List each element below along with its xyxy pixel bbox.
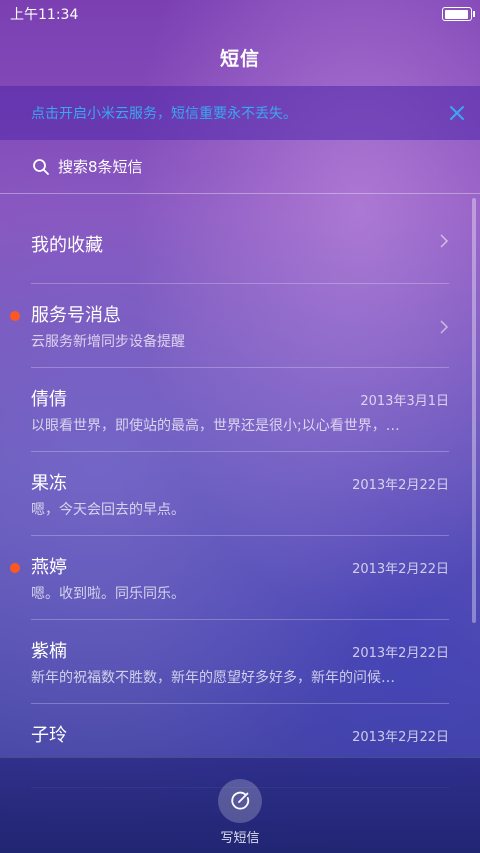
close-icon[interactable] bbox=[448, 104, 466, 122]
banner-text[interactable]: 点击开启小米云服务，短信重要永不丢失。 bbox=[31, 103, 297, 123]
conversation-preview: 嗯，今天会回去的早点。 bbox=[31, 502, 185, 518]
unread-dot bbox=[10, 311, 20, 321]
conversation-name: 紫楠 bbox=[31, 641, 67, 662]
title-bar: 短信 bbox=[0, 28, 480, 86]
conversation-preview: 云服务新增同步设备提醒 bbox=[31, 334, 185, 350]
unread-dot bbox=[10, 563, 20, 573]
favorites-item[interactable]: 我的收藏 bbox=[31, 198, 449, 284]
compose-button[interactable] bbox=[218, 779, 262, 823]
conversation-item[interactable]: 紫楠 2013年2月22日 新年的祝福数不胜数，新年的愿望好多好多，新年的问候… bbox=[31, 620, 449, 704]
conversation-date: 2013年2月22日 bbox=[352, 730, 449, 745]
conversation-name: 子玲 bbox=[31, 725, 67, 746]
conversation-list: 我的收藏 服务号消息 云服务新增同步设备提醒 倩倩 2013年3月1日 以眼看世… bbox=[0, 198, 480, 788]
page-title: 短信 bbox=[219, 47, 260, 70]
battery-fill bbox=[444, 9, 469, 19]
status-time: 上午11:34 bbox=[10, 7, 79, 23]
conversation-preview: 以眼看世界，即使站的最高，世界还是很小;以心看世界，… bbox=[31, 418, 400, 434]
conversation-date: 2013年2月22日 bbox=[352, 562, 449, 577]
compose-label[interactable]: 写短信 bbox=[0, 827, 480, 846]
conversation-date: 2013年2月22日 bbox=[352, 646, 449, 661]
chevron-right-icon bbox=[440, 320, 449, 334]
search-icon bbox=[33, 158, 49, 175]
conversation-name: 服务号消息 bbox=[31, 305, 121, 326]
favorites-label: 我的收藏 bbox=[31, 235, 103, 256]
conversation-date: 2013年3月1日 bbox=[360, 394, 449, 409]
conversation-name: 果冻 bbox=[31, 473, 67, 494]
conversation-item[interactable]: 倩倩 2013年3月1日 以眼看世界，即使站的最高，世界还是很小;以心看世界，… bbox=[31, 368, 449, 452]
status-bar: 上午11:34 bbox=[0, 0, 480, 28]
battery-icon bbox=[442, 7, 475, 21]
scrollbar[interactable] bbox=[472, 198, 476, 623]
conversation-item[interactable]: 燕婷 2013年2月22日 嗯。收到啦。同乐同乐。 bbox=[10, 536, 449, 620]
conversation-item[interactable]: 果冻 2013年2月22日 嗯，今天会回去的早点。 bbox=[31, 452, 449, 536]
conversation-preview: 嗯。收到啦。同乐同乐。 bbox=[31, 586, 185, 602]
compose-icon bbox=[231, 791, 250, 810]
conversation-name: 燕婷 bbox=[31, 557, 67, 578]
search-input[interactable]: 搜索8条短信 bbox=[58, 156, 143, 177]
chevron-right-icon bbox=[440, 234, 449, 248]
service-messages-item[interactable]: 服务号消息 云服务新增同步设备提醒 bbox=[10, 284, 449, 368]
cloud-service-banner[interactable]: 点击开启小米云服务，短信重要永不丢失。 bbox=[0, 86, 480, 140]
bottom-bar: 写短信 bbox=[0, 757, 480, 853]
search-bar[interactable]: 搜索8条短信 bbox=[0, 140, 480, 194]
conversation-date: 2013年2月22日 bbox=[352, 478, 449, 493]
conversation-preview: 新年的祝福数不胜数，新年的愿望好多好多，新年的问候… bbox=[31, 670, 395, 686]
conversation-name: 倩倩 bbox=[31, 389, 67, 410]
